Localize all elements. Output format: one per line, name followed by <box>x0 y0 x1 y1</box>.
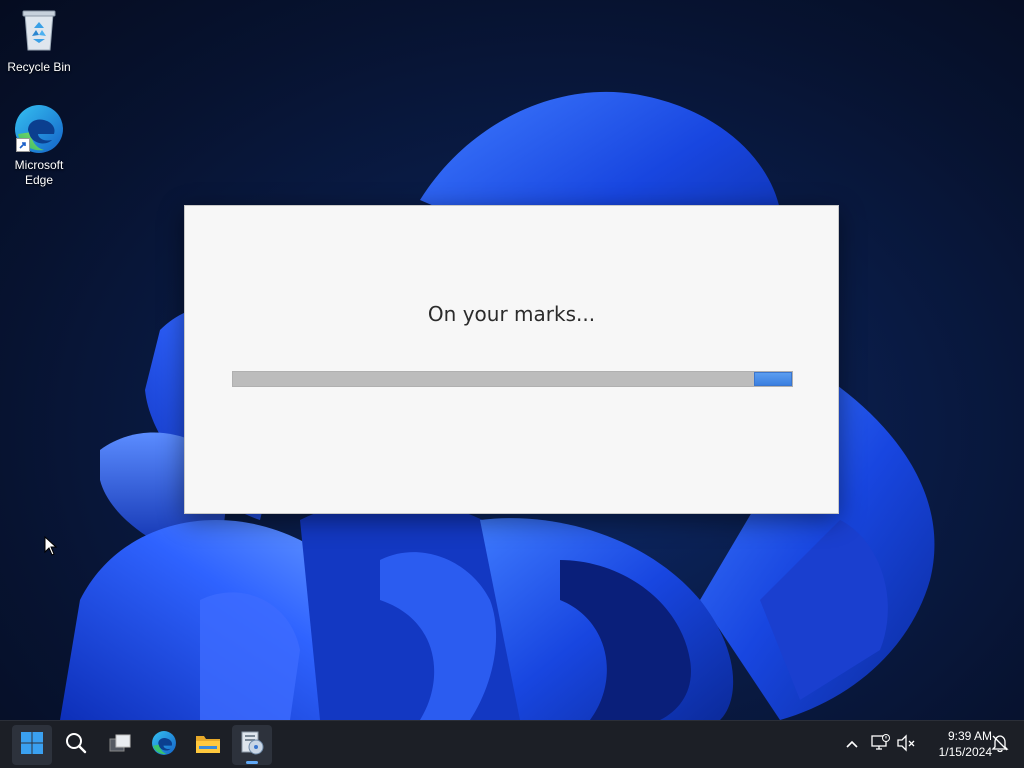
desktop-icon-label: Microsoft Edge <box>14 158 64 187</box>
notification-icon <box>990 733 1010 758</box>
setup-dialog: On your marks... <box>184 205 839 514</box>
task-view-icon <box>108 731 132 760</box>
start-button[interactable] <box>12 725 52 765</box>
chevron-up-icon <box>845 736 859 754</box>
task-view-button[interactable] <box>100 725 140 765</box>
progress-marquee-chunk <box>754 372 792 386</box>
mouse-cursor-icon <box>44 535 58 561</box>
taskbar: 9:39 AM 1/15/2024 <box>0 720 1024 768</box>
recycle-bin-icon <box>1 8 77 56</box>
file-explorer-button[interactable] <box>188 725 228 765</box>
show-hidden-icons-button[interactable] <box>840 733 864 757</box>
notification-button[interactable] <box>988 733 1012 757</box>
desktop-icon-label: Recycle Bin <box>7 60 71 74</box>
folder-icon <box>195 731 221 760</box>
clock-date: 1/15/2024 <box>938 745 992 759</box>
desktop-icon-recycle-bin[interactable]: Recycle Bin <box>1 8 77 75</box>
search-icon <box>64 731 88 760</box>
shortcut-arrow-icon <box>16 138 30 152</box>
network-button[interactable] <box>868 733 892 757</box>
setup-app-button[interactable] <box>232 725 272 765</box>
setup-disc-icon <box>239 730 265 761</box>
progress-bar <box>232 371 793 387</box>
edge-icon <box>151 730 177 761</box>
desktop-icon-microsoft-edge[interactable]: Microsoft Edge <box>1 104 77 188</box>
windows-start-icon <box>20 731 44 760</box>
clock[interactable]: 9:39 AM 1/15/2024 <box>920 728 992 760</box>
taskbar-edge-button[interactable] <box>144 725 184 765</box>
running-indicator <box>246 761 258 764</box>
network-disconnected-icon <box>870 733 890 757</box>
dialog-message: On your marks... <box>427 302 596 326</box>
volume-button[interactable] <box>894 733 918 757</box>
volume-muted-icon <box>896 733 916 757</box>
edge-icon <box>14 104 64 154</box>
search-button[interactable] <box>56 725 96 765</box>
clock-time: 9:39 AM <box>947 729 992 743</box>
